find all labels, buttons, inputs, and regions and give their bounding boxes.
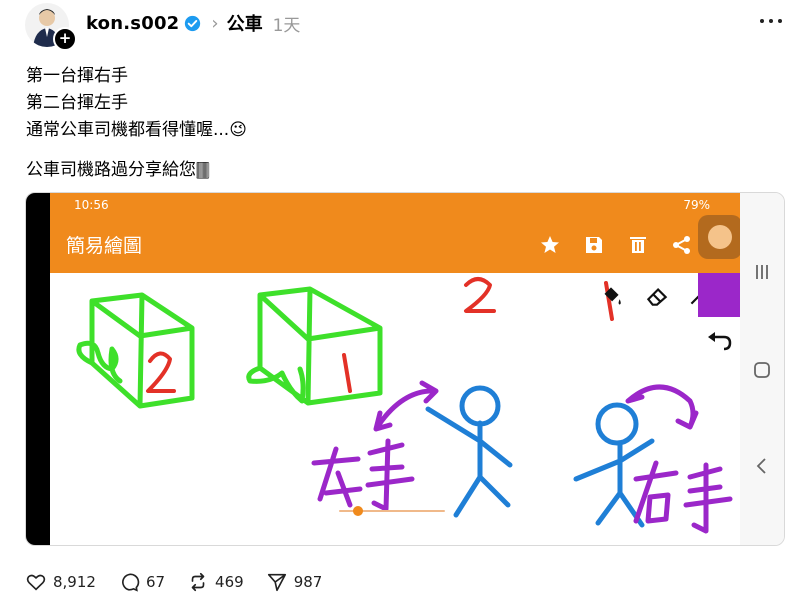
handwriting-left-hand: [311, 438, 415, 512]
trash-icon: [630, 237, 646, 253]
share-count: 987: [293, 573, 323, 591]
username[interactable]: kon.s002: [86, 13, 179, 34]
status-time: 10:56: [74, 198, 109, 212]
comment-button[interactable]: 67: [118, 571, 165, 593]
like-button[interactable]: 8,912: [25, 571, 96, 593]
repost-button[interactable]: 469: [187, 571, 244, 593]
screenshot-left-edge: [26, 193, 50, 545]
post-header: kon.s002 › 公車 1天: [86, 8, 300, 38]
save-icon: [586, 237, 602, 253]
color-swatch: [698, 273, 740, 317]
android-navigation-bar: [740, 193, 784, 545]
verified-badge-icon: [185, 15, 201, 31]
status-battery: 79%: [683, 198, 710, 212]
home-icon: [754, 362, 770, 378]
repost-count: 469: [215, 573, 244, 591]
eraser-icon: [646, 287, 668, 306]
fill-bucket-icon: [604, 287, 621, 305]
drawn-2-on-bus: [146, 351, 176, 393]
brush-size-slider: [353, 506, 363, 516]
recent-apps-icon: [756, 265, 768, 279]
drawn-2-top: [464, 277, 496, 313]
overflow-menu-icon: [698, 215, 742, 259]
share-button[interactable]: 987: [266, 571, 323, 593]
send-icon: [267, 573, 286, 592]
follow-plus-icon[interactable]: +: [53, 27, 77, 51]
post-time: 1天: [272, 15, 301, 36]
share-icon: [673, 236, 690, 254]
drawn-1-on-bus: [342, 353, 352, 393]
heart-icon: [26, 574, 46, 591]
star-icon: [541, 236, 559, 253]
app-toolbar: 10:56 79% 簡易繪圖: [50, 193, 742, 273]
topic-tag[interactable]: 公車: [227, 10, 263, 36]
stick-figure-left: [425, 406, 513, 518]
post-line-1: 第一台揮右手: [26, 66, 128, 86]
more-options-icon[interactable]: [760, 14, 782, 28]
post-line-4: 公車司機路過分享給您🀫: [26, 160, 210, 180]
like-count: 8,912: [53, 573, 96, 591]
bus-1-sketch: [246, 286, 383, 406]
drawing-canvas: [76, 277, 733, 534]
post-action-bar: 8,912 67 469 987: [25, 570, 344, 594]
repost-icon: [191, 572, 205, 592]
post-line-2: 第二台揮左手: [26, 93, 128, 113]
handwriting-right-hand: [633, 460, 733, 534]
comment-icon: [122, 573, 140, 592]
drawing-app-screenshot: 10:56 79% 簡易繪圖: [50, 193, 742, 545]
post-image[interactable]: 10:56 79% 簡易繪圖: [25, 192, 785, 546]
purple-arrow-left: [373, 380, 439, 432]
comment-count: 67: [145, 573, 166, 591]
app-title: 簡易繪圖: [66, 235, 143, 257]
undo-icon: [708, 332, 732, 351]
post-line-3: 通常公車司機都看得懂喔...😉: [26, 120, 247, 140]
back-icon: [756, 458, 766, 474]
chevron-right-icon: ›: [211, 12, 219, 34]
